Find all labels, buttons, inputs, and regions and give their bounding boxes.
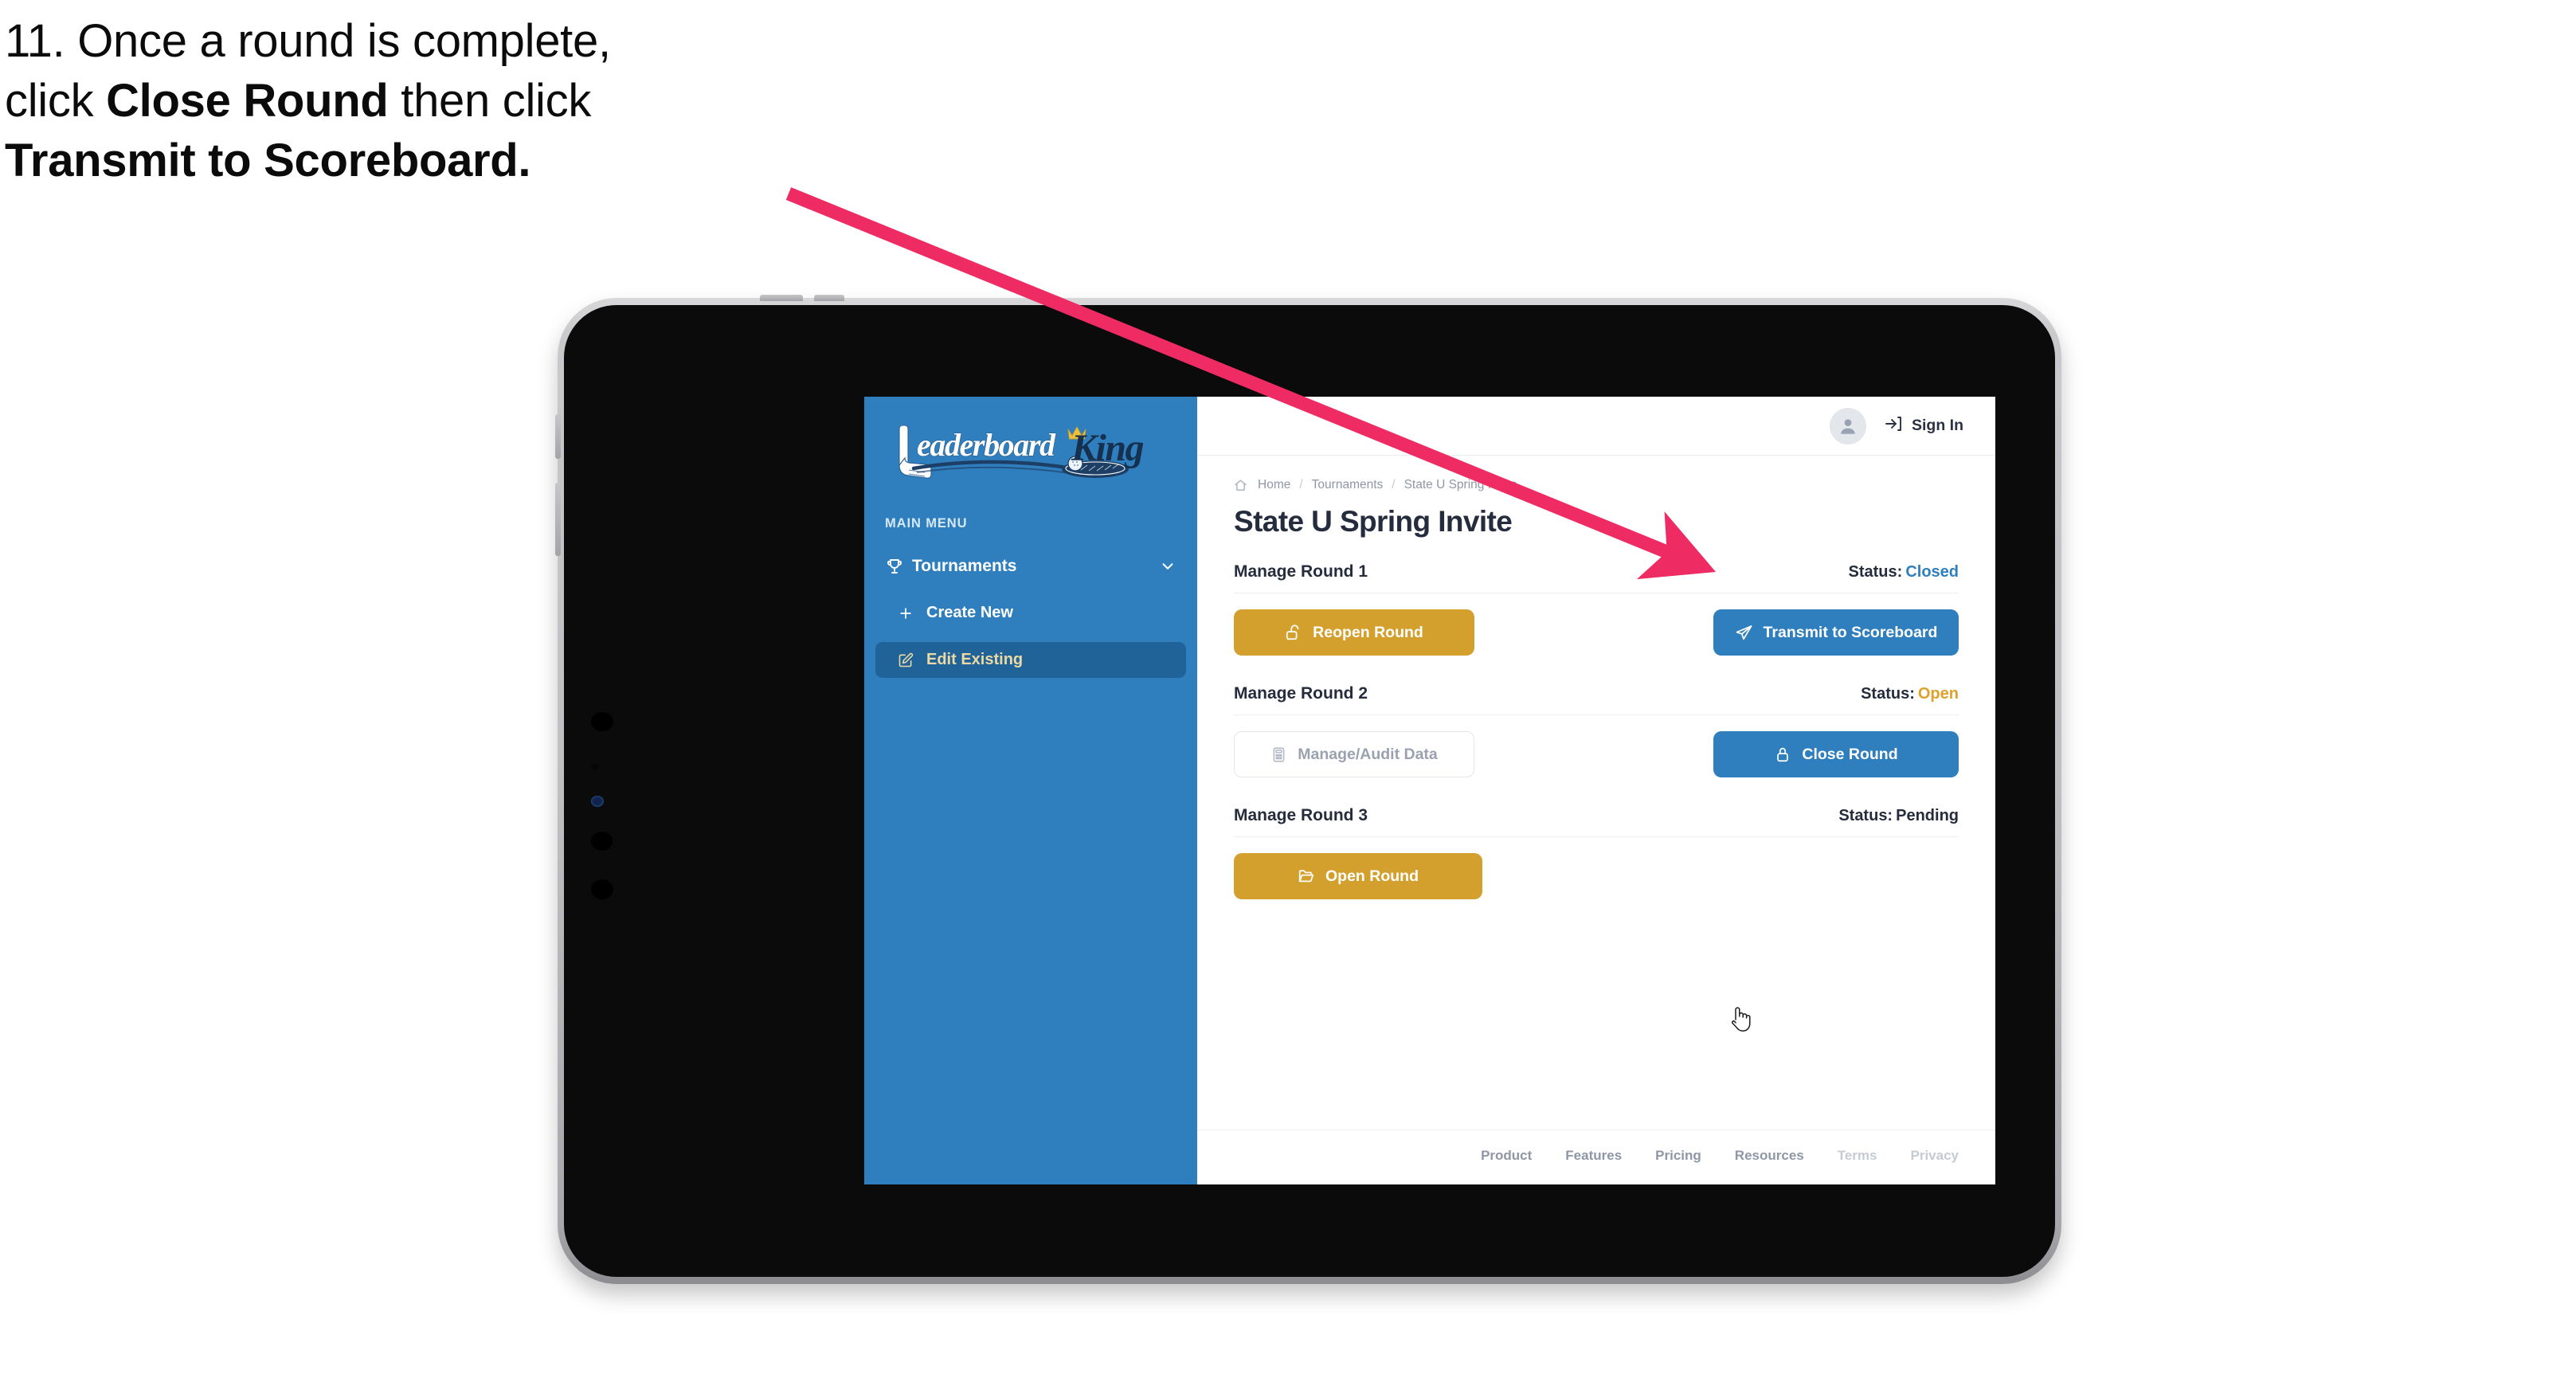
tablet-top-button-2[interactable] xyxy=(814,295,844,301)
open-round-button[interactable]: Open Round xyxy=(1234,853,1482,899)
round-1-status: Status: Closed xyxy=(1849,563,1959,581)
breadcrumb-item-current: State U Spring Invite xyxy=(1403,478,1517,491)
breadcrumb-item-home[interactable]: Home xyxy=(1258,478,1290,492)
status-badge: Closed xyxy=(1905,563,1959,581)
sign-in-label: Sign In xyxy=(1912,417,1963,434)
footer: Product Features Pricing Resources Terms… xyxy=(1197,1130,1995,1184)
unlock-icon xyxy=(1285,624,1302,641)
page-title: State U Spring Invite xyxy=(1234,505,1513,538)
user-avatar-icon xyxy=(1841,418,1855,434)
round-2-status: Status: Open xyxy=(1861,685,1959,703)
caption-line-2-pre: click xyxy=(5,75,107,127)
footer-link-product[interactable]: Product xyxy=(1481,1148,1532,1164)
footer-link-resources[interactable]: Resources xyxy=(1735,1148,1804,1164)
status-badge: Pending xyxy=(1896,807,1959,824)
round-3-status: Status: Pending xyxy=(1838,807,1959,825)
sidebar-item-edit-existing[interactable]: Edit Existing xyxy=(875,642,1186,678)
paper-plane-icon xyxy=(1735,624,1753,642)
instruction-caption: 11. Once a round is complete, click Clos… xyxy=(5,18,897,197)
caption-line-2: click Close Round then click xyxy=(5,77,897,124)
open-round-label: Open Round xyxy=(1325,867,1419,885)
app-logo[interactable]: eaderboard King xyxy=(882,419,1169,487)
round-2-actions: Manage/Audit Data Close Round xyxy=(1234,715,1959,795)
transmit-to-scoreboard-button[interactable]: Transmit to Scoreboard xyxy=(1713,609,1959,656)
calculator-icon xyxy=(1270,746,1287,763)
breadcrumb-separator: / xyxy=(1299,478,1303,491)
sidebar-section-label: MAIN MENU xyxy=(885,516,968,531)
tablet-sensor-icon xyxy=(591,764,598,770)
top-bar: Sign In xyxy=(1197,397,1995,456)
round-section-2: Manage Round 2 Status: Open Manage/Audit… xyxy=(1234,684,1959,795)
main-area: Sign In Home / Tournaments / State U Spr… xyxy=(1197,397,1995,1184)
breadcrumb-item-tournaments[interactable]: Tournaments xyxy=(1312,478,1384,492)
round-section-3: Manage Round 3 Status: Pending Open Roun… xyxy=(1234,806,1959,917)
caption-line-2-post: then click xyxy=(388,75,592,127)
tablet-microphone-icon xyxy=(591,879,613,899)
round-section-1: Manage Round 1 Status: Closed Reopen Rou… xyxy=(1234,562,1959,673)
reopen-round-button[interactable]: Reopen Round xyxy=(1234,609,1474,656)
reopen-round-label: Reopen Round xyxy=(1313,623,1423,641)
round-3-status-label: Status: xyxy=(1838,807,1893,824)
tablet-speaker-icon xyxy=(591,832,613,851)
footer-link-pricing[interactable]: Pricing xyxy=(1655,1148,1701,1164)
breadcrumb-separator: / xyxy=(1392,478,1396,491)
tablet-power-button[interactable] xyxy=(555,414,561,459)
sign-in-arrow-icon xyxy=(1884,414,1903,437)
round-2-status-label: Status: xyxy=(1861,685,1915,703)
tablet-indicator-icon xyxy=(591,796,604,807)
footer-link-terms[interactable]: Terms xyxy=(1838,1148,1877,1164)
caption-line-1: 11. Once a round is complete, xyxy=(5,15,611,67)
page-content: Home / Tournaments / State U Spring Invi… xyxy=(1197,456,1995,1130)
manage-audit-data-label: Manage/Audit Data xyxy=(1298,745,1438,763)
round-1-status-label: Status: xyxy=(1848,563,1903,581)
round-1-name: Manage Round 1 xyxy=(1234,562,1368,581)
tablet-volume-button[interactable] xyxy=(555,483,561,556)
footer-link-features[interactable]: Features xyxy=(1565,1148,1622,1164)
trophy-icon xyxy=(885,557,912,576)
edit-pencil-icon xyxy=(898,652,926,668)
folder-open-icon xyxy=(1298,867,1315,885)
round-3-actions: Open Round xyxy=(1234,837,1959,917)
caption-line-3: Transmit to Scoreboard. xyxy=(5,135,531,187)
plus-icon xyxy=(898,605,926,621)
svg-text:King: King xyxy=(1071,427,1144,469)
sidebar: eaderboard King MAIN MENU Tournaments Cr… xyxy=(864,397,1197,1184)
round-1-header: Manage Round 1 Status: Closed xyxy=(1234,562,1959,593)
screenshot-stage: 11. Once a round is complete, click Clos… xyxy=(0,0,2576,1386)
sidebar-item-tournaments[interactable]: Tournaments xyxy=(875,549,1186,584)
round-2-name: Manage Round 2 xyxy=(1234,684,1368,703)
status-badge: Open xyxy=(1917,685,1959,703)
round-3-name: Manage Round 3 xyxy=(1234,806,1368,824)
chevron-down-icon[interactable] xyxy=(1159,558,1176,575)
sidebar-item-create-new[interactable]: Create New xyxy=(875,595,1186,631)
sidebar-item-create-new-label: Create New xyxy=(926,604,1013,621)
footer-link-privacy[interactable]: Privacy xyxy=(1911,1148,1959,1164)
transmit-to-scoreboard-label: Transmit to Scoreboard xyxy=(1763,623,1938,641)
sidebar-item-tournaments-label: Tournaments xyxy=(912,557,1017,575)
close-round-button[interactable]: Close Round xyxy=(1713,731,1959,777)
svg-text:eaderboard: eaderboard xyxy=(917,427,1056,463)
round-3-header: Manage Round 3 Status: Pending xyxy=(1234,806,1959,837)
manage-audit-data-button[interactable]: Manage/Audit Data xyxy=(1234,731,1474,777)
home-icon[interactable] xyxy=(1234,479,1247,492)
caption-line-2-bold: Close Round xyxy=(106,75,389,127)
close-round-label: Close Round xyxy=(1802,745,1898,763)
leaderboard-king-logo-icon: eaderboard King xyxy=(898,425,1145,479)
avatar[interactable] xyxy=(1830,407,1866,444)
round-2-header: Manage Round 2 Status: Open xyxy=(1234,684,1959,715)
breadcrumb: Home / Tournaments / State U Spring Invi… xyxy=(1234,478,1959,492)
round-1-actions: Reopen Round Transmit to Scoreboard xyxy=(1234,593,1959,673)
sidebar-item-edit-existing-label: Edit Existing xyxy=(926,651,1024,668)
tablet-top-button-1[interactable] xyxy=(760,295,803,301)
browser-viewport: eaderboard King MAIN MENU Tournaments Cr… xyxy=(864,397,1995,1184)
tablet-device: eaderboard King MAIN MENU Tournaments Cr… xyxy=(555,295,2061,1284)
lock-icon xyxy=(1774,746,1791,763)
tablet-camera-icon xyxy=(591,712,613,731)
sign-in-button[interactable]: Sign In xyxy=(1884,414,1963,437)
